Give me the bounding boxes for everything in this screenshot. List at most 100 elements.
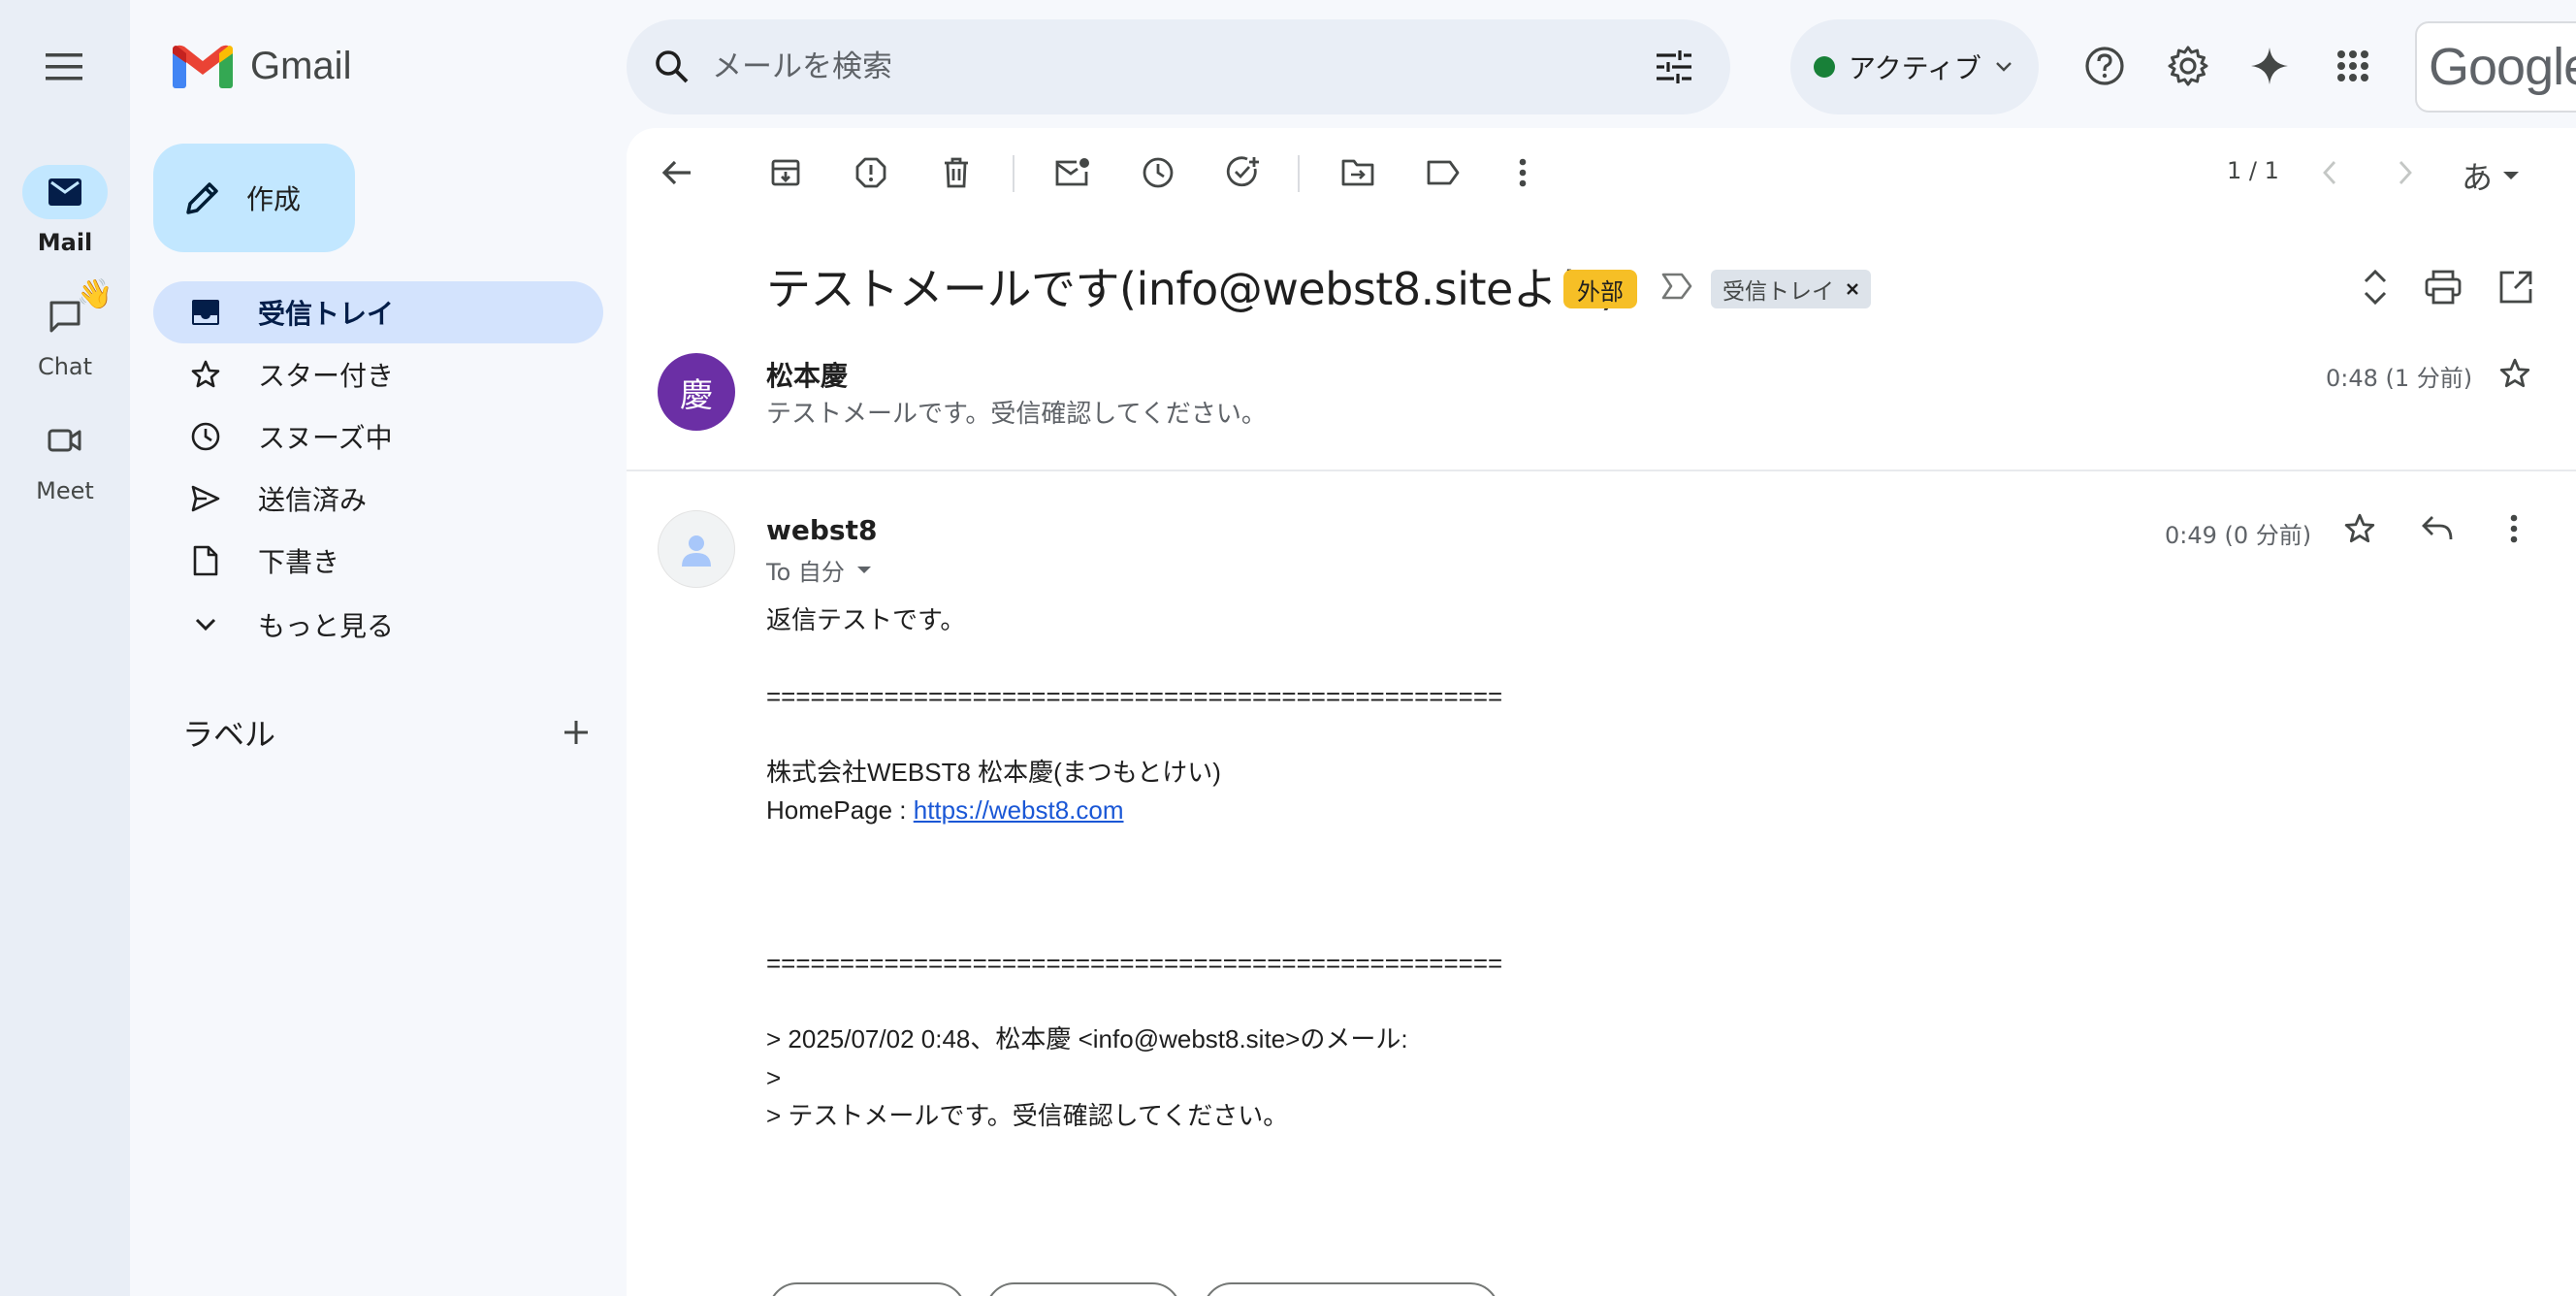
gmail-m-icon	[173, 45, 233, 88]
importance-marker[interactable]	[1660, 272, 1693, 301]
expand-all-button[interactable]	[2359, 268, 2392, 307]
trash-icon	[945, 157, 968, 188]
search-input[interactable]	[712, 49, 1655, 84]
message-snippet: テストメールです。受信確認してください。	[766, 400, 1267, 429]
homepage-line: HomePage : https://webst8.com	[766, 792, 2415, 829]
move-folder-icon	[1341, 159, 1374, 186]
more-vert-icon	[2510, 514, 2518, 543]
status-dot	[1814, 56, 1835, 78]
inbox-icon	[186, 293, 225, 332]
body-line: ========================================…	[766, 681, 1503, 711]
chevron-down-icon	[1996, 62, 2012, 72]
homepage-link[interactable]: https://webst8.com	[914, 795, 1124, 825]
back-button[interactable]	[650, 146, 704, 200]
body-line: 株式会社WEBST8 松本慶(まつもとけい)	[766, 758, 1221, 788]
status-label: アクティブ	[1849, 52, 1981, 84]
inbox-label-chip: 受信トレイ	[1711, 270, 1871, 308]
body-line: > 2025/07/02 0:48、松本慶 <info@webst8.site>…	[766, 1024, 1408, 1054]
sender-name: 松本慶	[766, 360, 849, 392]
hamburger-menu-icon	[46, 53, 82, 81]
add-task-icon	[1226, 156, 1259, 187]
close-icon[interactable]	[1846, 282, 1859, 296]
main-menu-button[interactable]	[37, 45, 91, 89]
nav-label: もっと見る	[258, 610, 395, 642]
rail-label-chat: Chat	[37, 353, 93, 380]
create-label-button[interactable]	[563, 719, 590, 746]
external-badge: 外部	[1563, 270, 1637, 308]
avatar: 慶	[658, 353, 735, 431]
avatar-default	[658, 510, 735, 588]
gmail-logo[interactable]: Gmail	[173, 41, 351, 91]
rail-item-mail[interactable]: Mail	[0, 165, 130, 256]
help-button[interactable]	[2076, 37, 2134, 95]
page-counter: 1 / 1	[2227, 157, 2279, 184]
nav-item-more[interactable]: もっと見る	[153, 594, 603, 656]
label-icon	[1427, 160, 1460, 185]
nav-label: スヌーズ中	[258, 422, 393, 454]
google-account-button[interactable]: Google	[2415, 21, 2576, 113]
compose-button[interactable]: 作成	[153, 144, 355, 252]
open-new-window-button[interactable]	[2498, 270, 2533, 305]
nav-item-inbox[interactable]: 受信トレイ	[153, 281, 603, 343]
apps-launcher-button[interactable]	[2324, 37, 2382, 95]
nav-label: 受信トレイ	[258, 298, 395, 330]
report-spam-button[interactable]	[844, 146, 898, 200]
status-selector[interactable]: アクティブ	[1790, 19, 2039, 114]
star-button[interactable]	[2498, 357, 2531, 390]
body-line	[766, 830, 2415, 868]
recipient-details-toggle[interactable]: To 自分	[766, 553, 872, 587]
reply-all-action-button[interactable]	[985, 1282, 1181, 1296]
nav-item-starred[interactable]: スター付き	[153, 343, 603, 405]
toolbar-divider	[1013, 155, 1014, 192]
gmail-wordmark: Gmail	[250, 44, 352, 87]
print-button[interactable]	[2425, 270, 2462, 305]
message-time: 0:49 (0 分前)	[2165, 522, 2312, 549]
caret-down-icon	[2503, 172, 2520, 179]
arrow-left-icon	[661, 160, 691, 185]
search-options-icon[interactable]	[1655, 49, 1693, 84]
chevron-right-icon	[2399, 161, 2412, 184]
reply-icon	[2422, 516, 2453, 540]
search-bar[interactable]	[627, 19, 1730, 114]
newer-button[interactable]	[2302, 146, 2357, 200]
body-line	[766, 639, 2415, 677]
nav-label: 下書き	[258, 546, 340, 578]
rail-item-chat[interactable]: 👋 Chat	[0, 277, 130, 380]
input-tools-button[interactable]: あ	[2462, 153, 2520, 198]
clock-icon	[1143, 157, 1174, 188]
body-line: >	[766, 1062, 782, 1092]
print-icon	[2425, 270, 2462, 305]
nav-item-sent[interactable]: 送信済み	[153, 468, 603, 530]
report-icon	[855, 157, 886, 188]
caret-down-icon	[856, 567, 871, 573]
nav-item-drafts[interactable]: 下書き	[153, 530, 603, 592]
snooze-button[interactable]	[1131, 146, 1185, 200]
reply-action-button[interactable]	[768, 1282, 966, 1296]
rail-pill-chat: 👋	[22, 277, 113, 343]
settings-button[interactable]	[2159, 37, 2217, 95]
reply-button[interactable]	[2421, 514, 2454, 541]
nav-item-snoozed[interactable]: スヌーズ中	[153, 405, 603, 468]
message-time: 0:48 (1 分前)	[2326, 365, 2473, 392]
rail-item-meet[interactable]: Meet	[0, 413, 130, 504]
search-icon[interactable]	[654, 49, 691, 85]
person-icon	[682, 535, 711, 567]
add-to-tasks-button[interactable]	[1216, 146, 1271, 200]
draft-icon	[186, 541, 225, 580]
homepage-label: HomePage :	[766, 795, 914, 826]
labels-button[interactable]	[1416, 146, 1470, 200]
archive-button[interactable]	[758, 146, 813, 200]
message-more-button[interactable]	[2510, 514, 2518, 543]
mark-unread-button[interactable]	[1046, 146, 1100, 200]
move-to-button[interactable]	[1331, 146, 1385, 200]
forward-action-button[interactable]	[1203, 1282, 1499, 1296]
gemini-button[interactable]	[2240, 37, 2299, 95]
body-line	[766, 716, 2415, 754]
star-button[interactable]	[2343, 512, 2376, 545]
help-icon	[2085, 47, 2124, 85]
more-actions-button[interactable]	[1496, 146, 1550, 200]
recipient-label: To 自分	[766, 559, 845, 586]
body-line	[766, 868, 2415, 906]
older-button[interactable]	[2378, 146, 2432, 200]
delete-button[interactable]	[929, 146, 983, 200]
